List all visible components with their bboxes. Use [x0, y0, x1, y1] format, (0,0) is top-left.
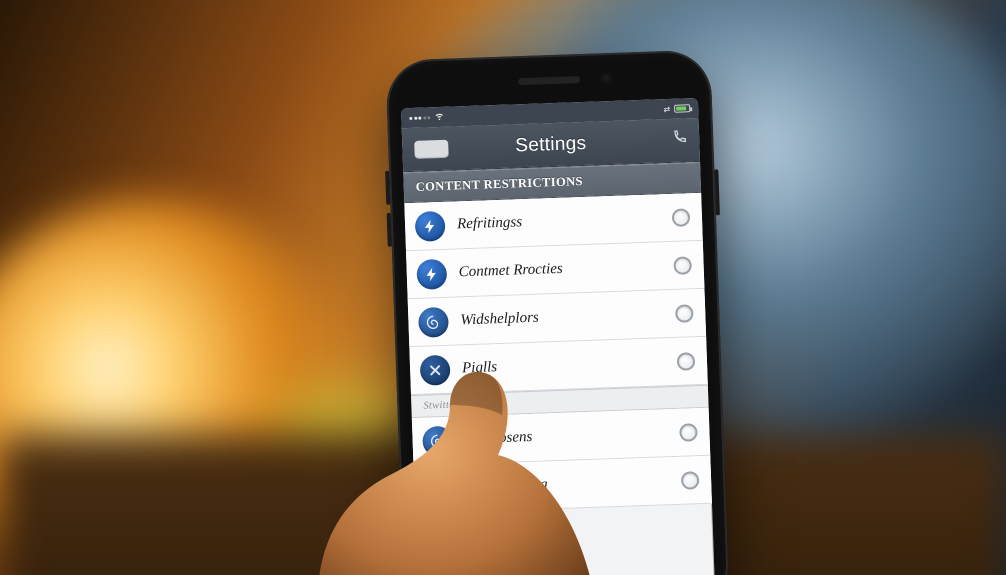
- radio-indicator[interactable]: [681, 471, 700, 490]
- bolt-icon: [415, 210, 446, 241]
- row-label: Piglls: [462, 353, 677, 377]
- radio-indicator[interactable]: [675, 304, 694, 323]
- front-camera: [600, 73, 610, 83]
- handset-icon[interactable]: [653, 129, 688, 151]
- row-label: Refritingss: [457, 209, 672, 233]
- earpiece: [518, 76, 580, 85]
- row-label: Troyaosens: [464, 424, 679, 448]
- radio-indicator[interactable]: [672, 208, 691, 227]
- row-label: Fiyolls Plugg: [466, 472, 681, 496]
- volume-up-button[interactable]: [385, 171, 390, 205]
- settings-list-1: Refritingss Contmet Rrocties Widshelplor…: [404, 193, 708, 395]
- settings-list-2: Troyaosens Fiyolls Plugg: [412, 408, 712, 514]
- battery-icon: [674, 104, 690, 113]
- status-icon: ⇄: [663, 104, 670, 113]
- radio-indicator[interactable]: [677, 352, 696, 371]
- bolt-icon: [416, 258, 447, 289]
- phone-screen: ⇄ Settings Content Restrictions Refr: [401, 98, 715, 575]
- back-button[interactable]: [414, 139, 449, 158]
- settings-row-fiyolls-plugg[interactable]: Fiyolls Plugg: [413, 456, 711, 514]
- swirl-icon: [418, 306, 449, 337]
- swirl-icon: [422, 425, 453, 456]
- radio-indicator[interactable]: [673, 256, 692, 275]
- phone-device: ⇄ Settings Content Restrictions Refr: [385, 49, 729, 575]
- row-label: Widshelplors: [460, 305, 675, 329]
- row-label: Contmet Rrocties: [458, 257, 673, 281]
- diamond-icon: [424, 473, 455, 504]
- cross-icon: [420, 354, 451, 385]
- wifi-icon: [434, 111, 444, 123]
- page-title: Settings: [515, 132, 587, 156]
- radio-indicator[interactable]: [679, 423, 698, 442]
- volume-down-button[interactable]: [387, 213, 392, 247]
- signal-strength-icon: [409, 116, 430, 120]
